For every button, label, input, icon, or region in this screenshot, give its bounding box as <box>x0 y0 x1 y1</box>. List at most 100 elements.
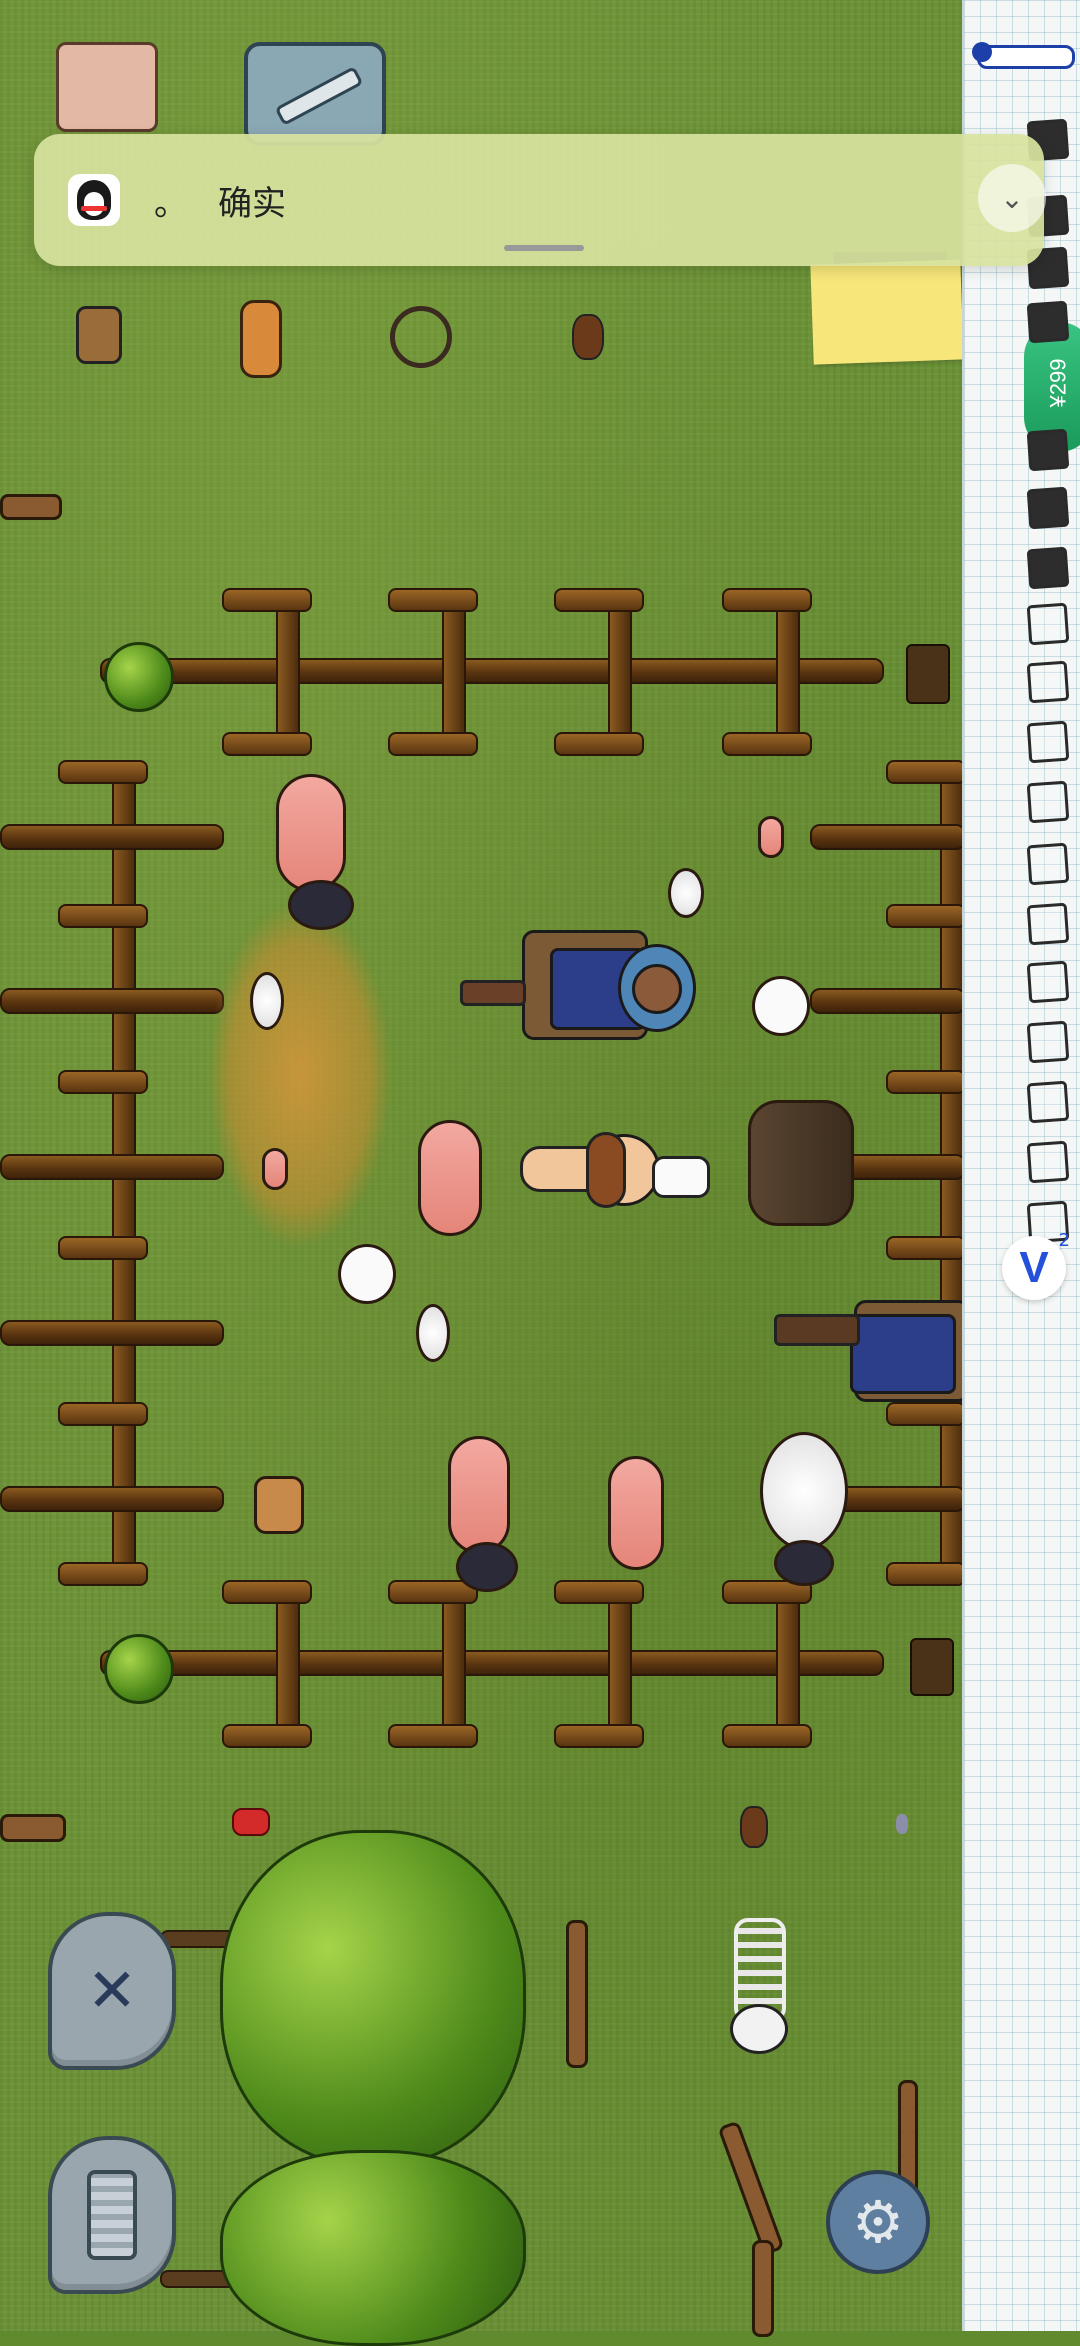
stone-item[interactable] <box>740 1806 768 1848</box>
sheep-head[interactable] <box>774 1540 834 1586</box>
notification-drag-handle[interactable] <box>504 245 584 251</box>
fence-rail <box>0 1320 224 1346</box>
fence-plank <box>58 1402 148 1426</box>
fence-plank <box>554 1724 644 1748</box>
inventory-slot[interactable] <box>1026 486 1070 530</box>
fence-post <box>442 592 466 746</box>
fence-post <box>276 592 300 746</box>
fence-plank <box>886 1562 966 1586</box>
stone-item[interactable] <box>572 314 604 360</box>
flint-item[interactable] <box>896 1814 908 1834</box>
sheep-head[interactable] <box>456 1542 518 1592</box>
fence-plank <box>388 588 478 612</box>
v-floating-badge[interactable]: V 2 <box>1002 1230 1070 1300</box>
v-badge-count: 2 <box>1058 1230 1070 1251</box>
fence-plank <box>222 732 312 756</box>
fence-rail <box>810 988 966 1014</box>
inventory-slot[interactable] <box>1026 428 1070 472</box>
inventory-slot[interactable] <box>1026 546 1070 590</box>
inventory-slot[interactable] <box>1026 902 1070 946</box>
sheep[interactable] <box>760 1432 848 1550</box>
fence-plank <box>58 1562 148 1586</box>
fence-rail <box>0 1154 224 1180</box>
fence-plank <box>722 588 812 612</box>
fence-rail <box>100 658 884 684</box>
water-pouch-item[interactable] <box>76 306 122 364</box>
expand-notification-button[interactable]: ⌄ <box>978 164 1046 232</box>
inventory-slot[interactable] <box>1026 1020 1070 1064</box>
pig[interactable] <box>448 1436 510 1554</box>
fence-plank <box>388 1724 478 1748</box>
skeleton-remains[interactable] <box>720 1918 800 2054</box>
fence-plank <box>886 1070 966 1094</box>
inventory-slot[interactable] <box>1026 1080 1070 1124</box>
inventory-slot[interactable] <box>1026 720 1070 764</box>
stump <box>910 1638 954 1696</box>
piglet[interactable] <box>262 1148 288 1190</box>
fence-plank <box>886 1236 966 1260</box>
inventory-slot[interactable] <box>1026 842 1070 886</box>
keyboard-button[interactable] <box>48 2136 176 2294</box>
fence-plank <box>722 732 812 756</box>
fence-post <box>442 1584 466 1738</box>
hay-patch <box>210 905 390 1245</box>
fence-rail <box>810 824 966 850</box>
piglet[interactable] <box>758 816 784 858</box>
inventory-slot[interactable] <box>1026 300 1070 344</box>
qq-penguin-icon <box>68 174 120 226</box>
v-badge-letter: V <box>1019 1243 1049 1292</box>
basket-item[interactable] <box>240 300 282 378</box>
inventory-slot[interactable] <box>1026 660 1070 704</box>
inventory-slot[interactable] <box>1026 960 1070 1004</box>
rope-item[interactable] <box>390 306 452 368</box>
fence-post <box>276 1584 300 1738</box>
red-berry-item[interactable] <box>232 1808 270 1836</box>
fence-post <box>608 1584 632 1738</box>
pig[interactable] <box>608 1456 664 1570</box>
sticky-note[interactable] <box>810 259 964 365</box>
goose[interactable] <box>752 976 810 1036</box>
player-character[interactable] <box>460 920 696 1050</box>
game-world[interactable]: ✕ ⚙ <box>0 0 970 2346</box>
branch-item[interactable] <box>0 494 62 520</box>
fence-plank <box>58 760 148 784</box>
inventory-slot[interactable] <box>1026 602 1070 646</box>
pencil-icon[interactable] <box>244 42 386 146</box>
fence-plank <box>222 588 312 612</box>
villager-character[interactable] <box>774 1290 970 1406</box>
fence-plank <box>554 588 644 612</box>
fence-plank <box>388 732 478 756</box>
villager-character[interactable] <box>400 1130 720 1210</box>
fence-post <box>776 1584 800 1738</box>
emote-button[interactable]: ✕ <box>48 1912 176 2070</box>
tree-canopy[interactable] <box>220 2150 526 2346</box>
settings-button[interactable]: ⚙ <box>826 2170 930 2274</box>
chevron-down-icon: ⌄ <box>1000 181 1024 215</box>
lamb[interactable] <box>668 868 704 918</box>
fence-plank <box>554 1580 644 1604</box>
fence-rail <box>0 988 224 1014</box>
notification-banner[interactable]: 。 确实 ⌄ <box>34 134 1046 266</box>
goose[interactable] <box>338 1244 396 1304</box>
pig[interactable] <box>276 774 346 892</box>
gear-icon: ⚙ <box>852 2188 904 2256</box>
fence-plank <box>554 732 644 756</box>
stump <box>906 644 950 704</box>
keyboard-icon <box>87 2170 137 2260</box>
inventory-slot[interactable] <box>1026 780 1070 824</box>
sheep-head[interactable] <box>288 880 354 930</box>
stick-item[interactable] <box>566 1920 588 2068</box>
fence-post <box>776 592 800 746</box>
lamb[interactable] <box>416 1304 450 1362</box>
inventory-slot[interactable] <box>1026 1140 1070 1184</box>
fence-plank <box>886 760 966 784</box>
lamb[interactable] <box>250 972 284 1030</box>
notification-message: 确实 <box>218 184 286 224</box>
fence-plank <box>722 1724 812 1748</box>
fawn[interactable] <box>254 1476 304 1534</box>
tree-canopy[interactable] <box>220 1830 526 2166</box>
fence-rail <box>0 824 224 850</box>
fence-rail <box>0 1486 224 1512</box>
journal-icon[interactable] <box>56 42 158 132</box>
wolf[interactable] <box>748 1100 854 1226</box>
